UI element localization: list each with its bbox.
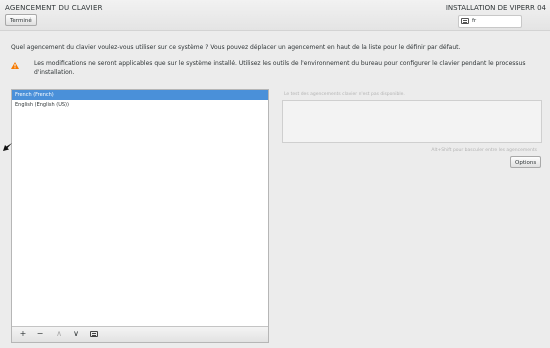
keyboard-indicator[interactable]: fr (458, 15, 522, 28)
test-unavailable-label: Le test des agencements clavier n'est pa… (284, 92, 405, 97)
layout-list: French (French) English (English (US)) (12, 90, 268, 110)
warning-text: Les modifications ne seront applicables … (34, 59, 534, 77)
move-down-button[interactable]: ∨ (69, 329, 83, 339)
warning-icon (11, 62, 19, 69)
done-button[interactable]: Terminé (5, 14, 37, 26)
layout-item-english-us[interactable]: English (English (US)) (12, 100, 268, 110)
install-title: INSTALLATION DE VIPERR 04 (445, 4, 546, 12)
options-button[interactable]: Options (510, 156, 542, 168)
keyboard-layout-code: fr (472, 18, 477, 24)
add-layout-button[interactable]: + (16, 329, 30, 339)
layout-list-panel: French (French) English (English (US)) +… (11, 89, 269, 343)
page-title: AGENCEMENT DU CLAVIER (5, 4, 103, 12)
keyboard-icon (461, 18, 469, 24)
switch-layout-hint: Alt+Shift pour basculer entre les agence… (431, 148, 537, 153)
header-bar: AGENCEMENT DU CLAVIER Terminé INSTALLATI… (0, 0, 550, 31)
preview-layout-button[interactable] (87, 329, 101, 339)
layout-toolbar: + − ∧ ∨ (12, 326, 268, 342)
keyboard-icon (90, 331, 98, 337)
warning-line-2: d'installation. (34, 69, 75, 76)
mouse-pointer-icon (3, 143, 12, 151)
layout-item-french[interactable]: French (French) (12, 90, 268, 100)
move-up-button[interactable]: ∧ (52, 329, 66, 339)
remove-layout-button[interactable]: − (33, 329, 47, 339)
layout-test-area[interactable] (282, 100, 542, 143)
warning-line-1: Les modifications ne seront applicables … (34, 60, 526, 67)
layout-question: Quel agencement du clavier voulez-vous u… (11, 44, 461, 51)
